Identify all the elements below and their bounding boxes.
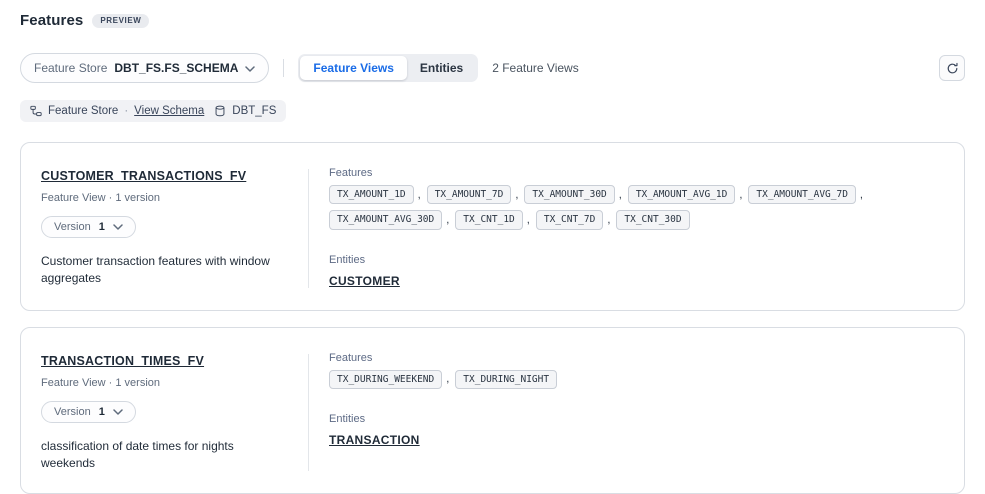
feature-chip: TX_CNT_1D bbox=[455, 210, 522, 229]
feature-chip: TX_AMOUNT_AVG_30D bbox=[329, 210, 442, 229]
feature-chip: TX_AMOUNT_AVG_1D bbox=[628, 185, 736, 204]
view-schema-link[interactable]: View Schema bbox=[134, 105, 204, 117]
chip-separator: , bbox=[515, 189, 518, 201]
feature-store-value: DBT_FS.FS_SCHEMA bbox=[114, 61, 238, 75]
chip-separator: , bbox=[446, 373, 449, 385]
chip-separator: , bbox=[607, 214, 610, 226]
features-page: Features PREVIEW Feature Store DBT_FS.FS… bbox=[0, 0, 985, 494]
feature-store-label: Feature Store bbox=[34, 61, 107, 75]
card-summary-column: TRANSACTION_TIMES_FV Feature View · 1 ve… bbox=[41, 352, 308, 473]
page-title: Features bbox=[20, 12, 83, 29]
feature-view-card: TRANSACTION_TIMES_FV Feature View · 1 ve… bbox=[20, 327, 965, 494]
features-chip-list: TX_DURING_WEEKEND, TX_DURING_NIGHT bbox=[329, 370, 944, 389]
version-value: 1 bbox=[99, 406, 105, 418]
refresh-button[interactable] bbox=[939, 55, 965, 81]
features-chip-list: TX_AMOUNT_1D,TX_AMOUNT_7D,TX_AMOUNT_30D,… bbox=[329, 185, 944, 230]
breadcrumb-database: DBT_FS bbox=[232, 105, 276, 117]
preview-badge: PREVIEW bbox=[92, 14, 149, 28]
breadcrumb-root: Feature Store bbox=[48, 105, 118, 117]
schema-icon bbox=[30, 105, 42, 117]
version-value: 1 bbox=[99, 221, 105, 233]
breadcrumb: Feature Store · View Schema DBT_FS bbox=[20, 100, 286, 122]
feature-view-description: classification of date times for nights … bbox=[41, 438, 291, 473]
toolbar: Feature Store DBT_FS.FS_SCHEMA Feature V… bbox=[20, 53, 965, 83]
breadcrumb-separator: · bbox=[124, 105, 128, 117]
tab-entities[interactable]: Entities bbox=[407, 56, 476, 80]
entities-label: Entities bbox=[329, 413, 944, 425]
chip-separator: , bbox=[619, 189, 622, 201]
chevron-down-icon bbox=[245, 61, 255, 75]
feature-views-count: 2 Feature Views bbox=[492, 61, 579, 75]
feature-view-card: CUSTOMER_TRANSACTIONS_FV Feature View · … bbox=[20, 142, 965, 311]
view-tabs: Feature Views Entities bbox=[298, 54, 478, 82]
feature-view-description: Customer transaction features with windo… bbox=[41, 253, 291, 288]
tab-feature-views[interactable]: Feature Views bbox=[300, 56, 406, 80]
card-detail-column: Features TX_DURING_WEEKEND, TX_DURING_NIG… bbox=[309, 352, 944, 473]
database-icon bbox=[214, 105, 226, 117]
card-detail-column: Features TX_AMOUNT_1D,TX_AMOUNT_7D,TX_AM… bbox=[309, 167, 944, 290]
card-summary-column: CUSTOMER_TRANSACTIONS_FV Feature View · … bbox=[41, 167, 308, 290]
feature-chip: TX_CNT_7D bbox=[536, 210, 603, 229]
chip-separator: , bbox=[860, 189, 863, 201]
page-header: Features PREVIEW bbox=[20, 12, 965, 29]
feature-chip: TX_CNT_30D bbox=[616, 210, 689, 229]
entities-list: TRANSACTION bbox=[329, 425, 944, 449]
chevron-down-icon bbox=[113, 224, 123, 230]
feature-view-list: CUSTOMER_TRANSACTIONS_FV Feature View · … bbox=[20, 142, 965, 494]
features-label: Features bbox=[329, 167, 944, 179]
entities-list: CUSTOMER bbox=[329, 266, 944, 290]
chevron-down-icon bbox=[113, 409, 123, 415]
features-label: Features bbox=[329, 352, 944, 364]
version-dropdown[interactable]: Version 1 bbox=[41, 401, 136, 423]
feature-view-link[interactable]: CUSTOMER_TRANSACTIONS_FV bbox=[41, 169, 246, 183]
feature-view-subtitle: Feature View · 1 version bbox=[41, 192, 308, 204]
entity-link[interactable]: TRANSACTION bbox=[329, 433, 420, 447]
chip-separator: , bbox=[527, 214, 530, 226]
feature-view-subtitle: Feature View · 1 version bbox=[41, 377, 308, 389]
feature-chip: TX_AMOUNT_30D bbox=[524, 185, 614, 204]
version-label: Version bbox=[54, 406, 91, 418]
refresh-icon bbox=[946, 62, 959, 75]
chip-separator: , bbox=[418, 189, 421, 201]
entities-label: Entities bbox=[329, 254, 944, 266]
chip-separator: , bbox=[739, 189, 742, 201]
feature-view-link[interactable]: TRANSACTION_TIMES_FV bbox=[41, 354, 204, 368]
feature-chip: TX_AMOUNT_1D bbox=[329, 185, 414, 204]
feature-chip: TX_DURING_NIGHT bbox=[455, 370, 557, 389]
version-dropdown[interactable]: Version 1 bbox=[41, 216, 136, 238]
version-label: Version bbox=[54, 221, 91, 233]
entity-link[interactable]: CUSTOMER bbox=[329, 274, 400, 288]
toolbar-divider bbox=[283, 59, 284, 77]
chip-separator: , bbox=[446, 214, 449, 226]
feature-chip: TX_AMOUNT_7D bbox=[427, 185, 512, 204]
feature-store-dropdown[interactable]: Feature Store DBT_FS.FS_SCHEMA bbox=[20, 53, 269, 83]
feature-chip: TX_DURING_WEEKEND bbox=[329, 370, 442, 389]
feature-chip: TX_AMOUNT_AVG_7D bbox=[748, 185, 856, 204]
